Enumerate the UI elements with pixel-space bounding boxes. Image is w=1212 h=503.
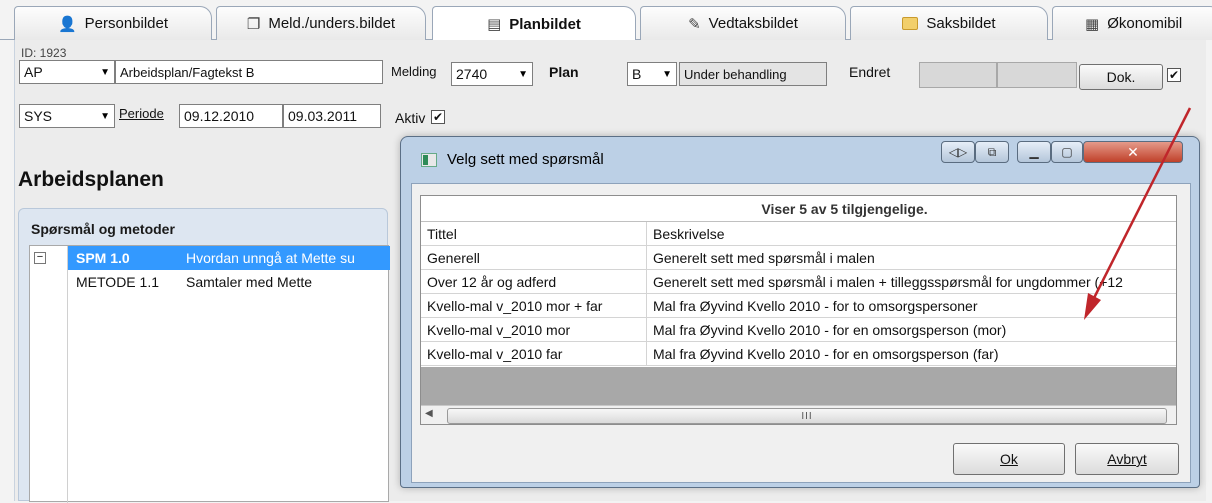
- periode-from-field[interactable]: 09.12.2010: [179, 104, 283, 128]
- tab-personbildet[interactable]: 👤 Personbildet: [14, 6, 212, 40]
- row-title: Kvello-mal v_2010 far: [421, 342, 647, 366]
- tab-label: Saksbildet: [926, 15, 996, 32]
- tab-label: Vedtaksbildet: [708, 15, 798, 32]
- cancel-button[interactable]: Avbryt: [1075, 443, 1179, 475]
- scrollbar-thumb[interactable]: III: [447, 408, 1167, 424]
- dialog-title: Velg sett med spørsmål: [447, 151, 604, 168]
- calendar-icon: ▤: [487, 16, 502, 33]
- tab-label: Meld./unders.bildet: [268, 15, 396, 32]
- row-title: Over 12 år og adferd: [421, 270, 647, 294]
- type-text-field[interactable]: Arbeidsplan/Fagtekst B: [115, 60, 383, 84]
- scroll-grip-icon: III: [801, 410, 813, 422]
- row-description: Mal fra Øyvind Kvello 2010 - for en omso…: [653, 322, 1007, 338]
- panel-title: Spørsmål og metoder: [31, 221, 175, 237]
- row-description: Mal fra Øyvind Kvello 2010 - for en omso…: [653, 346, 999, 362]
- plan-select[interactable]: B ▼: [627, 62, 677, 86]
- tree-row[interactable]: METODE 1.1 Samtaler med Mette: [30, 270, 390, 294]
- row-title: Kvello-mal v_2010 mor + far: [421, 294, 647, 318]
- collapse-icon[interactable]: −: [34, 252, 46, 264]
- tab-label: Planbildet: [509, 15, 581, 33]
- periode-to-field[interactable]: 09.03.2011: [283, 104, 381, 128]
- table-empty-area: [421, 367, 1176, 405]
- scroll-left-icon[interactable]: ◀: [425, 408, 433, 419]
- column-header-tittel[interactable]: Tittel: [421, 222, 647, 246]
- tab-vedtaksbildet[interactable]: ✎ Vedtaksbildet: [640, 6, 846, 40]
- row-description: Mal fra Øyvind Kvello 2010 - for to omso…: [653, 298, 978, 314]
- dok-checkbox[interactable]: ✔: [1167, 68, 1181, 82]
- melding-value: 2740: [456, 66, 488, 82]
- dok-button[interactable]: Dok.: [1079, 64, 1163, 90]
- table-row[interactable]: Kvello-mal v_2010 mor Mal fra Øyvind Kve…: [421, 318, 1176, 342]
- endret-user-field: [997, 62, 1077, 88]
- melding-label: Melding: [391, 64, 437, 79]
- questions-tree: − SPM 1.0 Hvordan unngå at Mette su METO…: [29, 245, 390, 503]
- endret-label: Endret: [849, 64, 891, 80]
- person-icon: 👤: [57, 15, 77, 33]
- id-label: ID: 1923: [21, 46, 67, 60]
- aktiv-label: Aktiv: [395, 110, 426, 126]
- page-title: Arbeidsplanen: [18, 168, 164, 191]
- row-title: Generell: [421, 246, 647, 270]
- tree-row[interactable]: − SPM 1.0 Hvordan unngå at Mette su: [30, 246, 390, 270]
- pen-icon: ✎: [688, 15, 701, 33]
- folder-icon: [902, 17, 919, 30]
- endret-date-field: [919, 62, 997, 88]
- row-description: Generelt sett med spørsmål i malen + til…: [653, 274, 1123, 290]
- ok-button[interactable]: Ok: [953, 443, 1065, 475]
- chevron-down-icon[interactable]: ▼: [100, 67, 110, 78]
- tab-label: Økonomibil: [1107, 15, 1183, 32]
- cancel-label: Avbryt: [1107, 451, 1147, 467]
- main-tab-strip: 👤 Personbildet ❐ Meld./unders.bildet ▤ P…: [0, 0, 1212, 41]
- tree-text: Hvordan unngå at Mette su: [178, 246, 390, 270]
- maximize-icon[interactable]: ▢: [1051, 141, 1083, 163]
- select-question-set-dialog: Velg sett med spørsmål ◁▷ ⧉ ▁ ▢ ✕ Viser …: [400, 136, 1200, 488]
- restore-icon[interactable]: ⧉: [975, 141, 1009, 163]
- documents-icon: ❐: [246, 15, 261, 33]
- row-description: Generelt sett med spørsmål i malen: [653, 250, 875, 266]
- tree-divider: [67, 246, 68, 503]
- user-code-select[interactable]: SYS ▼: [19, 104, 115, 128]
- aktiv-checkbox[interactable]: ✔: [431, 110, 445, 124]
- tab-label: Personbildet: [84, 15, 169, 32]
- tab-saksbildet[interactable]: Saksbildet: [850, 6, 1048, 40]
- table-row[interactable]: Over 12 år og adferd Generelt sett med s…: [421, 270, 1176, 294]
- question-set-table: Viser 5 av 5 tilgjengelige. Tittel Beskr…: [420, 195, 1177, 425]
- tree-expander-cell: [30, 270, 68, 294]
- plan-status-field: Under behandling: [679, 62, 827, 86]
- chevron-down-icon[interactable]: ▼: [518, 69, 528, 80]
- user-code-value: SYS: [24, 108, 53, 124]
- tab-okonomibildet[interactable]: ▦ Økonomibil: [1052, 6, 1212, 40]
- questions-methods-panel: Spørsmål og metoder − SPM 1.0 Hvordan un…: [18, 208, 390, 503]
- chevron-down-icon[interactable]: ▼: [662, 69, 672, 80]
- type-code-select[interactable]: AP ▼: [19, 60, 115, 84]
- tree-code: SPM 1.0: [68, 246, 178, 270]
- tab-meld-unders-bildet[interactable]: ❐ Meld./unders.bildet: [216, 6, 426, 40]
- plan-label: Plan: [549, 64, 579, 80]
- ok-label: Ok: [1000, 451, 1018, 467]
- resize-arrows-icon[interactable]: ◁▷: [941, 141, 975, 163]
- melding-select[interactable]: 2740 ▼: [451, 62, 533, 86]
- periode-label: Periode: [119, 106, 164, 121]
- type-code-value: AP: [24, 64, 43, 80]
- app-icon: [421, 153, 437, 167]
- table-caption: Viser 5 av 5 tilgjengelige.: [421, 196, 1176, 222]
- close-icon[interactable]: ✕: [1083, 141, 1183, 163]
- minimize-icon[interactable]: ▁: [1017, 141, 1051, 163]
- tree-text: Samtaler med Mette: [186, 274, 313, 290]
- tree-expander-cell: −: [30, 246, 68, 270]
- plan-value: B: [632, 66, 642, 82]
- tree-code: METODE 1.1: [76, 274, 159, 290]
- table-row[interactable]: Kvello-mal v_2010 mor + far Mal fra Øyvi…: [421, 294, 1176, 318]
- horizontal-scrollbar[interactable]: ◀ III: [421, 405, 1176, 424]
- table-row[interactable]: Generell Generelt sett med spørsmål i ma…: [421, 246, 1176, 270]
- column-header-beskrivelse[interactable]: Beskrivelse: [647, 222, 1176, 246]
- tab-planbildet[interactable]: ▤ Planbildet: [432, 6, 636, 41]
- table-header-row: Tittel Beskrivelse: [421, 222, 1176, 246]
- calculator-icon: ▦: [1085, 15, 1100, 33]
- row-title: Kvello-mal v_2010 mor: [421, 318, 647, 342]
- chevron-down-icon[interactable]: ▼: [100, 111, 110, 122]
- table-row[interactable]: Kvello-mal v_2010 far Mal fra Øyvind Kve…: [421, 342, 1176, 366]
